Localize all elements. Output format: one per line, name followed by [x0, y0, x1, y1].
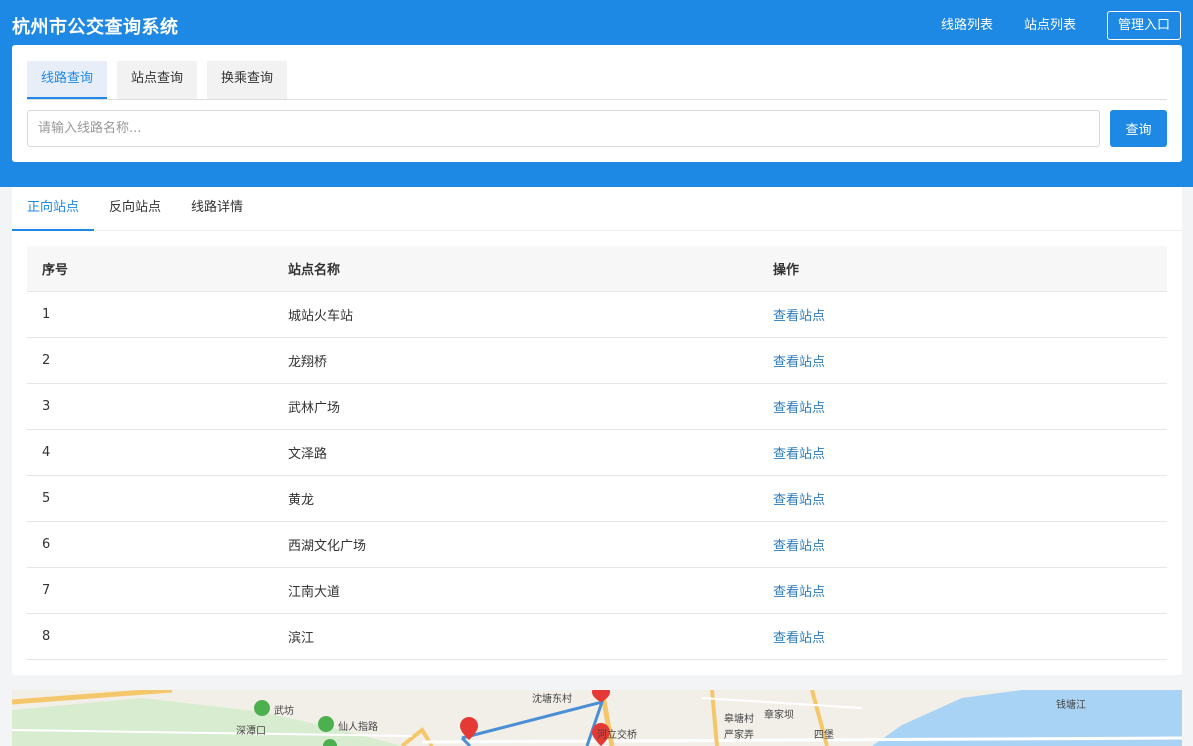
view-station-link[interactable]: 查看站点 [773, 585, 825, 600]
tab-forward-stops[interactable]: 正向站点 [12, 187, 95, 231]
map-label: 四堡 [814, 730, 834, 741]
search-tabs: 线路查询 站点查询 换乘查询 [27, 61, 1167, 100]
row-station-name: 武林广场 [288, 401, 341, 416]
view-station-link[interactable]: 查看站点 [773, 401, 825, 416]
view-station-link[interactable]: 查看站点 [773, 631, 825, 646]
search-panel: 线路查询 站点查询 换乘查询 查询 [12, 45, 1182, 162]
table-row: 8 滨江 查看站点 [27, 614, 1167, 660]
map-label: 仙人指路 [338, 722, 378, 733]
table-row: 6 西湖文化广场 查看站点 [27, 522, 1167, 568]
stops-table: 序号 站点名称 操作 1 城站火车站 查看站点 2 龙翔桥 查看站点 3 武林广… [27, 246, 1167, 660]
table-header: 序号 站点名称 操作 [27, 246, 1167, 292]
row-station-name: 文泽路 [288, 447, 328, 462]
row-station-name: 江南大道 [288, 585, 341, 600]
app-title: 杭州市公交查询系统 [12, 17, 179, 38]
row-station-name: 西湖文化广场 [288, 539, 367, 554]
row-index: 7 [42, 583, 51, 598]
column-header-index: 序号 [42, 263, 69, 278]
row-index: 3 [42, 399, 51, 414]
view-station-link[interactable]: 查看站点 [773, 309, 825, 324]
row-station-name: 城站火车站 [288, 309, 354, 324]
view-station-link[interactable]: 查看站点 [773, 355, 825, 370]
column-header-action: 操作 [773, 263, 800, 278]
tab-route-query[interactable]: 线路查询 [27, 61, 108, 99]
map-label: 武坊 [274, 706, 294, 717]
row-station-name: 黄龙 [288, 493, 315, 508]
map-label: 深潭口 [236, 726, 266, 737]
row-station-name: 滨江 [288, 631, 315, 646]
result-panel: 正向站点 反向站点 线路详情 序号 站点名称 操作 1 城站火车站 查看站点 2… [12, 187, 1182, 675]
tab-route-detail[interactable]: 线路详情 [176, 187, 258, 231]
route-search-input[interactable] [27, 110, 1100, 147]
table-row: 7 江南大道 查看站点 [27, 568, 1167, 614]
nav-route-list[interactable]: 线路列表 [941, 11, 993, 40]
route-map[interactable]: 武坊 深潭口 仙人指路 沈塘东村 河立交桥 皋塘村 章家坝 严家弄 四堡 钱塘江 [12, 690, 1182, 746]
map-label: 沈塘东村 [532, 694, 572, 705]
table-row: 2 龙翔桥 查看站点 [27, 338, 1167, 384]
table-row: 4 文泽路 查看站点 [27, 430, 1167, 476]
view-station-link[interactable]: 查看站点 [773, 447, 825, 462]
row-index: 4 [42, 445, 51, 460]
admin-entry-button[interactable]: 管理入口 [1106, 11, 1181, 40]
row-index: 6 [42, 537, 51, 552]
top-nav: 线路列表 站点列表 管理入口 [941, 11, 1181, 40]
query-button[interactable]: 查询 [1110, 110, 1167, 147]
row-index: 8 [42, 629, 51, 644]
row-station-name: 龙翔桥 [288, 355, 328, 370]
map-label: 河立交桥 [597, 730, 637, 741]
view-station-link[interactable]: 查看站点 [773, 493, 825, 508]
table-row: 3 武林广场 查看站点 [27, 384, 1167, 430]
park-icon [254, 700, 270, 716]
tab-reverse-stops[interactable]: 反向站点 [94, 187, 176, 231]
park-icon [318, 716, 334, 732]
column-header-station-name: 站点名称 [288, 263, 341, 278]
nav-station-list[interactable]: 站点列表 [1024, 11, 1076, 40]
row-index: 5 [42, 491, 51, 506]
map-label: 钱塘江 [1056, 700, 1086, 711]
result-tabs: 正向站点 反向站点 线路详情 [12, 187, 1182, 231]
tab-transfer-query[interactable]: 换乘查询 [207, 61, 288, 99]
table-row: 1 城站火车站 查看站点 [27, 292, 1167, 338]
map-label: 皋塘村 [724, 714, 754, 725]
row-index: 1 [42, 307, 51, 322]
map-label: 严家弄 [724, 730, 754, 741]
row-index: 2 [42, 353, 51, 368]
view-station-link[interactable]: 查看站点 [773, 539, 825, 554]
table-row: 5 黄龙 查看站点 [27, 476, 1167, 522]
tab-station-query[interactable]: 站点查询 [117, 61, 198, 99]
map-label: 章家坝 [764, 710, 794, 721]
